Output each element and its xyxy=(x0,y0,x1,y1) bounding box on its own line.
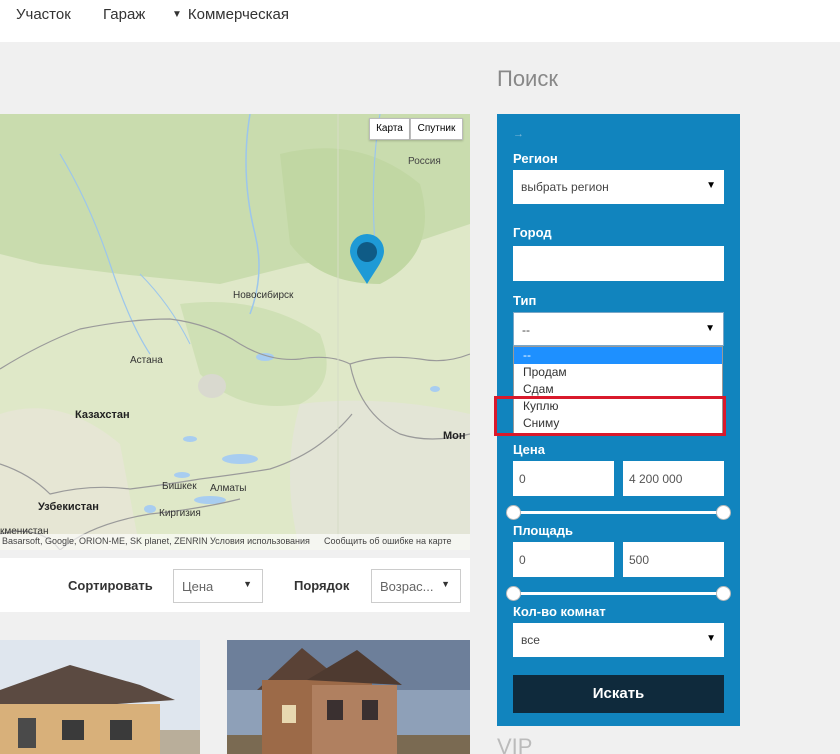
map-label-russia: Россия xyxy=(408,156,441,167)
price-slider-track[interactable] xyxy=(513,511,724,514)
map-type-map-button[interactable]: Карта xyxy=(369,118,410,140)
rooms-label: Кол-во комнат xyxy=(513,604,606,619)
city-input[interactable] xyxy=(513,246,724,281)
map-label-almaty: Алматы xyxy=(210,483,247,494)
map-report-link[interactable]: Сообщить об ошибке на карте xyxy=(324,536,451,546)
map-label-uzbekistan: Узбекистан xyxy=(38,501,99,513)
price-max-input[interactable]: 4 200 000 xyxy=(623,461,724,496)
type-option[interactable]: -- xyxy=(514,347,722,364)
region-label: Регион xyxy=(513,151,558,166)
area-min-input[interactable]: 0 xyxy=(513,542,614,577)
chevron-down-icon: ▼ xyxy=(172,9,182,20)
arrow-right-icon: → xyxy=(513,128,524,140)
top-nav: Участок Гараж ▼ Коммерческая xyxy=(0,0,840,42)
area-max-input[interactable]: 500 xyxy=(623,542,724,577)
nav-item-plot[interactable]: Участок xyxy=(16,6,71,23)
area-slider-min-handle[interactable] xyxy=(506,586,521,601)
chevron-down-icon: ▼ xyxy=(243,579,252,589)
sort-select-value: Цена xyxy=(182,579,214,594)
price-min-input[interactable]: 0 xyxy=(513,461,614,496)
price-label: Цена xyxy=(513,442,545,457)
price-slider-max-handle[interactable] xyxy=(716,505,731,520)
map-label-novosibirsk: Новосибирск xyxy=(233,290,294,301)
map-label-mongolia: Мон xyxy=(443,430,466,442)
nav-item-garage[interactable]: Гараж xyxy=(103,6,145,23)
chevron-down-icon: ▼ xyxy=(706,180,716,191)
search-button[interactable]: Искать xyxy=(513,675,724,713)
nav-item-commercial[interactable]: ▼ Коммерческая xyxy=(172,6,289,23)
price-slider-min-handle[interactable] xyxy=(506,505,521,520)
nav-item-commercial-label: Коммерческая xyxy=(187,6,289,23)
listing-photo[interactable] xyxy=(227,640,470,754)
chevron-down-icon: ▼ xyxy=(441,579,450,589)
order-select-value: Возрас... xyxy=(380,579,434,594)
region-select-value: выбрать регион xyxy=(521,180,609,194)
chevron-down-icon: ▼ xyxy=(705,323,715,334)
sort-select[interactable]: Цена ▼ xyxy=(173,569,263,603)
type-option[interactable]: Продам xyxy=(514,364,722,381)
map-label-astana: Астана xyxy=(130,355,163,366)
order-select[interactable]: Возрас... ▼ xyxy=(371,569,461,603)
map-label-kazakhstan: Казахстан xyxy=(75,409,130,421)
chevron-down-icon: ▼ xyxy=(706,633,716,644)
map-footer: Basarsoft, Google, ORION-ME, SK planet, … xyxy=(0,534,470,550)
listing-photo[interactable] xyxy=(0,640,200,754)
search-heading: Поиск xyxy=(497,66,558,91)
type-label: Тип xyxy=(513,293,537,308)
sort-label: Сортировать xyxy=(68,578,153,593)
rooms-select[interactable]: все ▼ xyxy=(513,623,724,657)
map-label-bishkek: Бишкек xyxy=(162,481,197,492)
area-slider-track[interactable] xyxy=(513,592,724,595)
vip-heading: VIP xyxy=(497,734,533,754)
type-select[interactable]: -- ▼ xyxy=(513,312,724,346)
rooms-select-value: все xyxy=(521,633,540,647)
map-label-kyrgyzstan: Киргизия xyxy=(159,508,201,519)
map-type-satellite-button[interactable]: Спутник xyxy=(410,118,463,140)
highlight-box xyxy=(494,396,726,436)
map-terms-link[interactable]: Условия использования xyxy=(210,536,310,546)
city-label: Город xyxy=(513,225,552,240)
map-attribution: Basarsoft, Google, ORION-ME, SK planet, … xyxy=(2,536,208,546)
area-slider-max-handle[interactable] xyxy=(716,586,731,601)
order-label: Порядок xyxy=(294,578,350,593)
area-label: Площадь xyxy=(513,523,573,538)
region-select[interactable]: выбрать регион ▼ xyxy=(513,170,724,204)
type-select-value: -- xyxy=(522,323,530,337)
sort-bar: Сортировать Цена ▼ Порядок Возрас... ▼ xyxy=(0,558,470,612)
